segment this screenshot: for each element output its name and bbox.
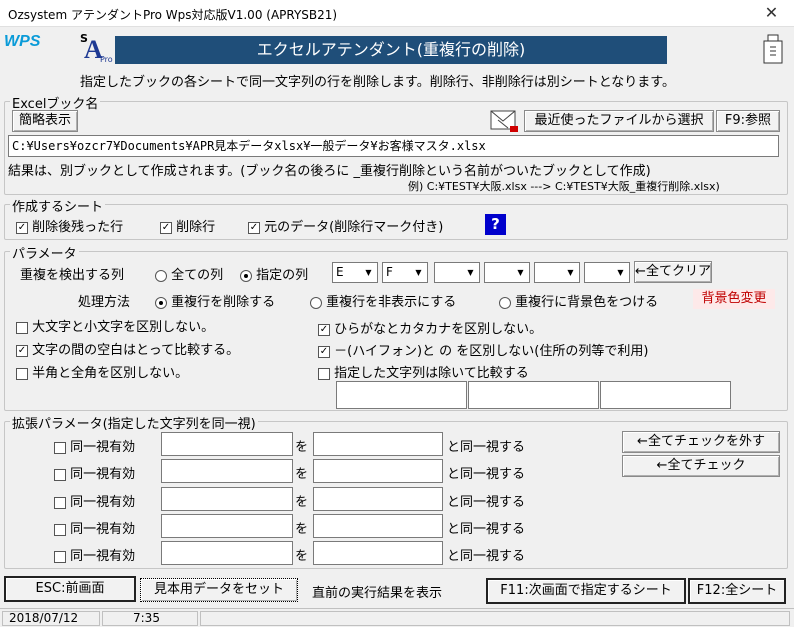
example-text: 例) C:¥TEST¥大阪.xlsx ---> C:¥TEST¥大阪_重複行削除…: [408, 180, 720, 193]
equiv-to-input[interactable]: [313, 487, 443, 511]
equiv-from-input[interactable]: [161, 487, 293, 511]
method-color-radio[interactable]: 重複行に背景色をつける: [499, 291, 658, 310]
column-select-4[interactable]: ▼: [484, 262, 530, 283]
column-select-1[interactable]: E ▼: [332, 262, 378, 283]
title-bar: Ozsystem アテンダントPro Wps対応版V1.00 (APRYSB21…: [0, 0, 794, 27]
ignore-width-checkbox[interactable]: 半角と全角を区別しない。: [16, 362, 188, 381]
wo-label: を: [295, 522, 309, 537]
exclude-string-input-3[interactable]: [600, 381, 731, 409]
method-label: 処理方法: [78, 295, 131, 310]
equiv-enable-checkbox[interactable]: 同一視有効: [54, 436, 135, 455]
ignore-kana-checkbox[interactable]: ✓ ひらがなとカタカナを区別しない。: [318, 318, 542, 337]
show-prev-result-label[interactable]: 直前の実行結果を表示: [312, 582, 442, 601]
page-title: エクセルアテンダント(重複行の削除): [115, 36, 667, 64]
help-icon[interactable]: ?: [485, 214, 506, 235]
equiv-from-input[interactable]: [161, 541, 293, 565]
trim-space-checkbox[interactable]: ✓ 文字の間の空白はとって比較する。: [16, 339, 239, 358]
status-time: 7:35: [102, 611, 198, 626]
equiv-to-input[interactable]: [313, 514, 443, 538]
equiv-from-input[interactable]: [161, 514, 293, 538]
equiv-enable-checkbox[interactable]: 同一視有効: [54, 463, 135, 482]
checkbox-checked[interactable]: ✓: [16, 221, 28, 234]
window-title: Ozsystem アテンダントPro Wps対応版V1.00 (APRYSB21…: [8, 8, 338, 22]
chevron-down-icon: ▼: [365, 268, 372, 277]
file-path-input[interactable]: C:¥Users¥ozcr7¥Documents¥APR見本データxlsx¥一般…: [8, 135, 779, 157]
equiv-suffix-label: と同一視する: [447, 495, 526, 510]
equiv-suffix-label: と同一視する: [447, 440, 526, 455]
exclude-string-input-1[interactable]: [336, 381, 467, 409]
checkbox-checked[interactable]: ✓: [160, 221, 172, 234]
chevron-down-icon: ▼: [467, 268, 474, 277]
params-legend: パラメータ: [10, 243, 79, 262]
recent-files-button[interactable]: 最近使ったファイルから選択: [524, 110, 714, 132]
result-note: 結果は、別ブックとして作成されます。(ブック名の後ろに _重複行削除という名前が…: [8, 164, 651, 179]
page-description: 指定したブックの各シートで同一文字列の行を削除します。削除行、非削除行は別シート…: [80, 75, 676, 90]
sheets-legend: 作成するシート: [10, 196, 106, 215]
esc-back-button[interactable]: ESC:前画面: [4, 576, 136, 602]
ext-params-legend: 拡張パラメータ(指定した文字列を同一視): [10, 413, 258, 432]
equiv-enable-checkbox[interactable]: 同一視有効: [54, 545, 135, 564]
app-logo: S A Pro: [80, 32, 113, 64]
exclude-strings-checkbox[interactable]: 指定した文字列は除いて比較する: [318, 362, 529, 381]
equiv-to-input[interactable]: [313, 432, 443, 456]
column-select-2[interactable]: F ▼: [382, 262, 428, 283]
checkbox-checked[interactable]: ✓: [248, 221, 260, 234]
deleted-rows-checkbox[interactable]: ✓ 削除行: [160, 216, 215, 235]
status-message: [200, 611, 790, 626]
close-icon[interactable]: ✕: [749, 0, 794, 27]
envelope-icon[interactable]: [490, 108, 520, 134]
equiv-suffix-label: と同一視する: [447, 467, 526, 482]
wo-label: を: [295, 495, 309, 510]
equiv-from-input[interactable]: [161, 459, 293, 483]
simple-display-button[interactable]: 簡略表示: [12, 110, 78, 132]
column-select-6[interactable]: ▼: [584, 262, 630, 283]
wps-logo: WPS: [4, 33, 41, 50]
status-date: 2018/07/12: [2, 611, 100, 626]
remaining-rows-checkbox[interactable]: ✓ 削除後残った行: [16, 216, 123, 235]
ignore-hyphen-checkbox[interactable]: ✓ －(ハイフォン)と の を区別しない(住所の列等で利用): [318, 340, 648, 359]
equiv-enable-checkbox[interactable]: 同一視有効: [54, 518, 135, 537]
equiv-suffix-label: と同一視する: [447, 522, 526, 537]
detect-columns-label: 重複を検出する列: [20, 268, 125, 283]
chevron-down-icon: ▼: [567, 268, 574, 277]
wo-label: を: [295, 549, 309, 564]
equiv-from-input[interactable]: [161, 432, 293, 456]
ignore-case-checkbox[interactable]: 大文字と小文字を区別しない。: [16, 316, 214, 335]
f11-next-screen-button[interactable]: F11:次画面で指定するシート: [486, 578, 686, 604]
equiv-to-input[interactable]: [313, 459, 443, 483]
equiv-suffix-label: と同一視する: [447, 549, 526, 564]
method-hide-radio[interactable]: 重複行を非表示にする: [310, 291, 456, 310]
set-sample-data-button[interactable]: 見本用データをセット: [140, 578, 298, 602]
exclude-string-input-2[interactable]: [468, 381, 599, 409]
wo-label: を: [295, 440, 309, 455]
method-delete-radio[interactable]: 重複行を削除する: [155, 291, 275, 310]
chevron-down-icon: ▼: [517, 268, 524, 277]
check-all-button[interactable]: ←全てチェック: [622, 455, 780, 477]
wo-label: を: [295, 467, 309, 482]
exit-icon[interactable]: [762, 33, 788, 65]
status-bar: 2018/07/12 7:35: [0, 608, 794, 627]
specified-columns-radio[interactable]: 指定の列: [240, 264, 308, 283]
bg-color-change-button[interactable]: 背景色変更: [693, 289, 775, 309]
equiv-enable-checkbox[interactable]: 同一視有効: [54, 491, 135, 510]
column-select-3[interactable]: ▼: [434, 262, 480, 283]
original-data-checkbox[interactable]: ✓ 元のデータ(削除行マーク付き): [248, 216, 443, 235]
all-columns-radio[interactable]: 全ての列: [155, 264, 223, 283]
chevron-down-icon: ▼: [415, 268, 422, 277]
column-select-5[interactable]: ▼: [534, 262, 580, 283]
chevron-down-icon: ▼: [617, 268, 624, 277]
equiv-to-input[interactable]: [313, 541, 443, 565]
f12-all-sheets-button[interactable]: F12:全シート: [688, 578, 786, 604]
browse-button[interactable]: F9:参照: [716, 110, 780, 132]
clear-all-button[interactable]: ←全てクリア: [634, 261, 712, 283]
uncheck-all-button[interactable]: ←全てチェックを外す: [622, 431, 780, 453]
